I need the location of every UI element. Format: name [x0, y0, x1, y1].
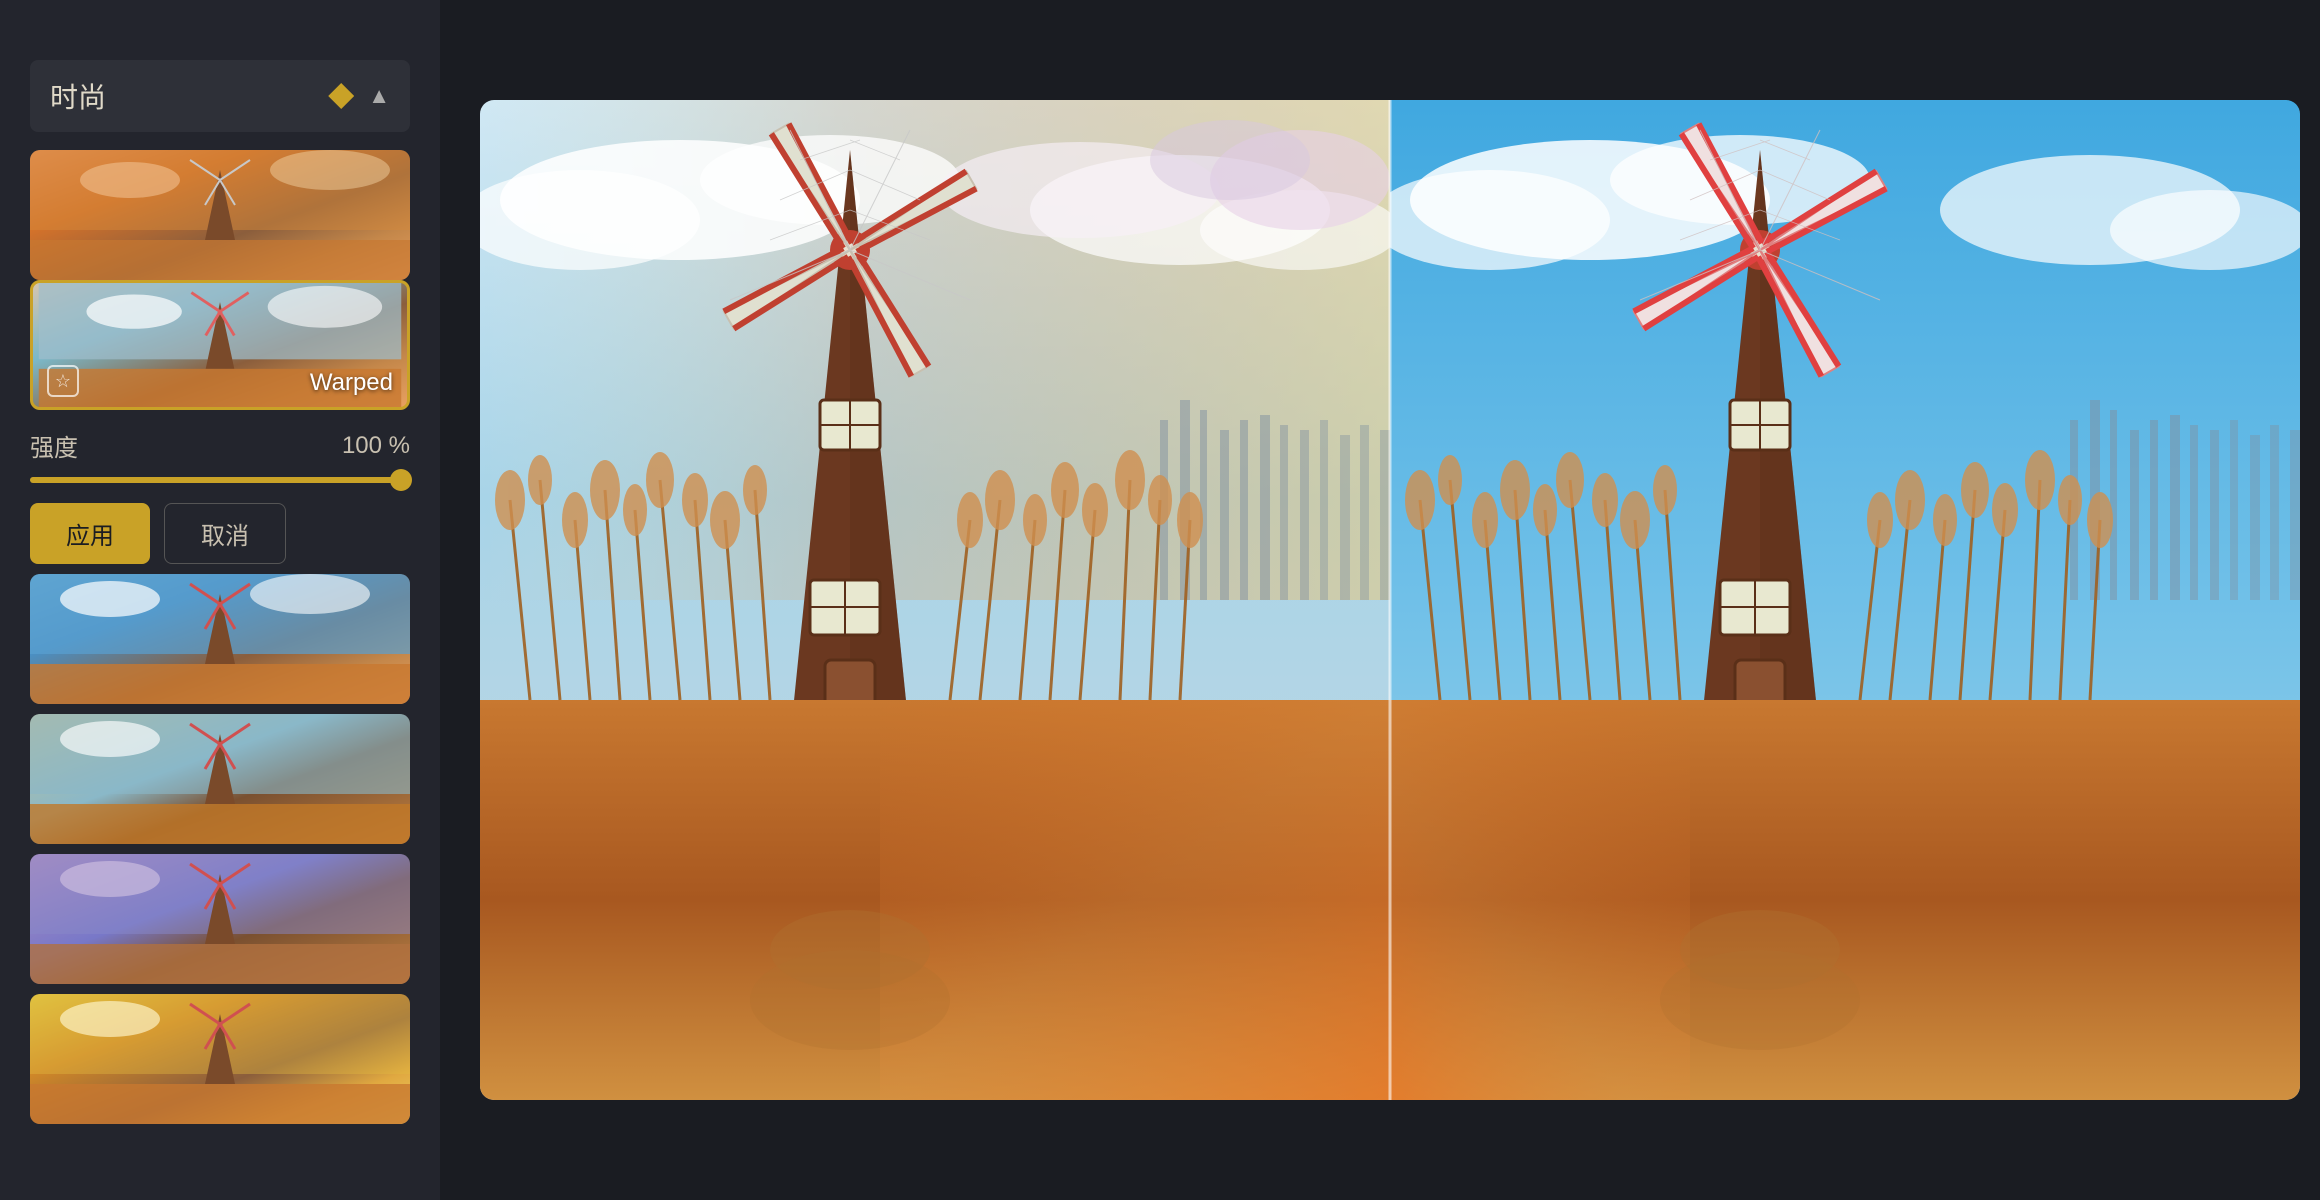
filter-item-6[interactable]: [30, 994, 410, 1124]
action-buttons: 应用 取消: [30, 503, 410, 564]
intensity-label: 强度: [30, 428, 78, 463]
cancel-button[interactable]: 取消: [164, 503, 286, 564]
intensity-slider-thumb[interactable]: [390, 469, 412, 491]
filter-list-bottom: [30, 574, 410, 1124]
main-content: [440, 0, 2320, 1200]
filter-item-4[interactable]: [30, 714, 410, 844]
favorite-icon[interactable]: ☆: [47, 365, 79, 397]
diamond-icon: [328, 83, 354, 109]
filter-item-1[interactable]: [30, 150, 410, 280]
compare-divider[interactable]: [1389, 100, 1392, 1100]
intensity-slider-track[interactable]: [30, 477, 410, 483]
intensity-section: 强度 100 % 应用 取消: [30, 410, 410, 574]
apply-button[interactable]: 应用: [30, 503, 150, 564]
intensity-header: 强度 100 %: [30, 428, 410, 463]
image-right-half: [1390, 100, 2300, 1100]
intensity-slider-fill: [30, 477, 410, 483]
filter-item-2[interactable]: ☆ Warped: [30, 280, 410, 410]
category-header-icons: ▲: [328, 83, 390, 109]
filter-label: Warped: [310, 369, 393, 397]
chevron-up-icon[interactable]: ▲: [368, 83, 390, 109]
filter-item-5[interactable]: [30, 854, 410, 984]
filter-item-3[interactable]: [30, 574, 410, 704]
image-compare-container[interactable]: [480, 100, 2300, 1100]
category-title: 时尚: [50, 76, 106, 116]
image-left-half: [480, 100, 1390, 1100]
left-panel: 时尚 ▲: [0, 0, 440, 1200]
category-header: 时尚 ▲: [30, 60, 410, 132]
intensity-value: 100 %: [342, 432, 410, 460]
